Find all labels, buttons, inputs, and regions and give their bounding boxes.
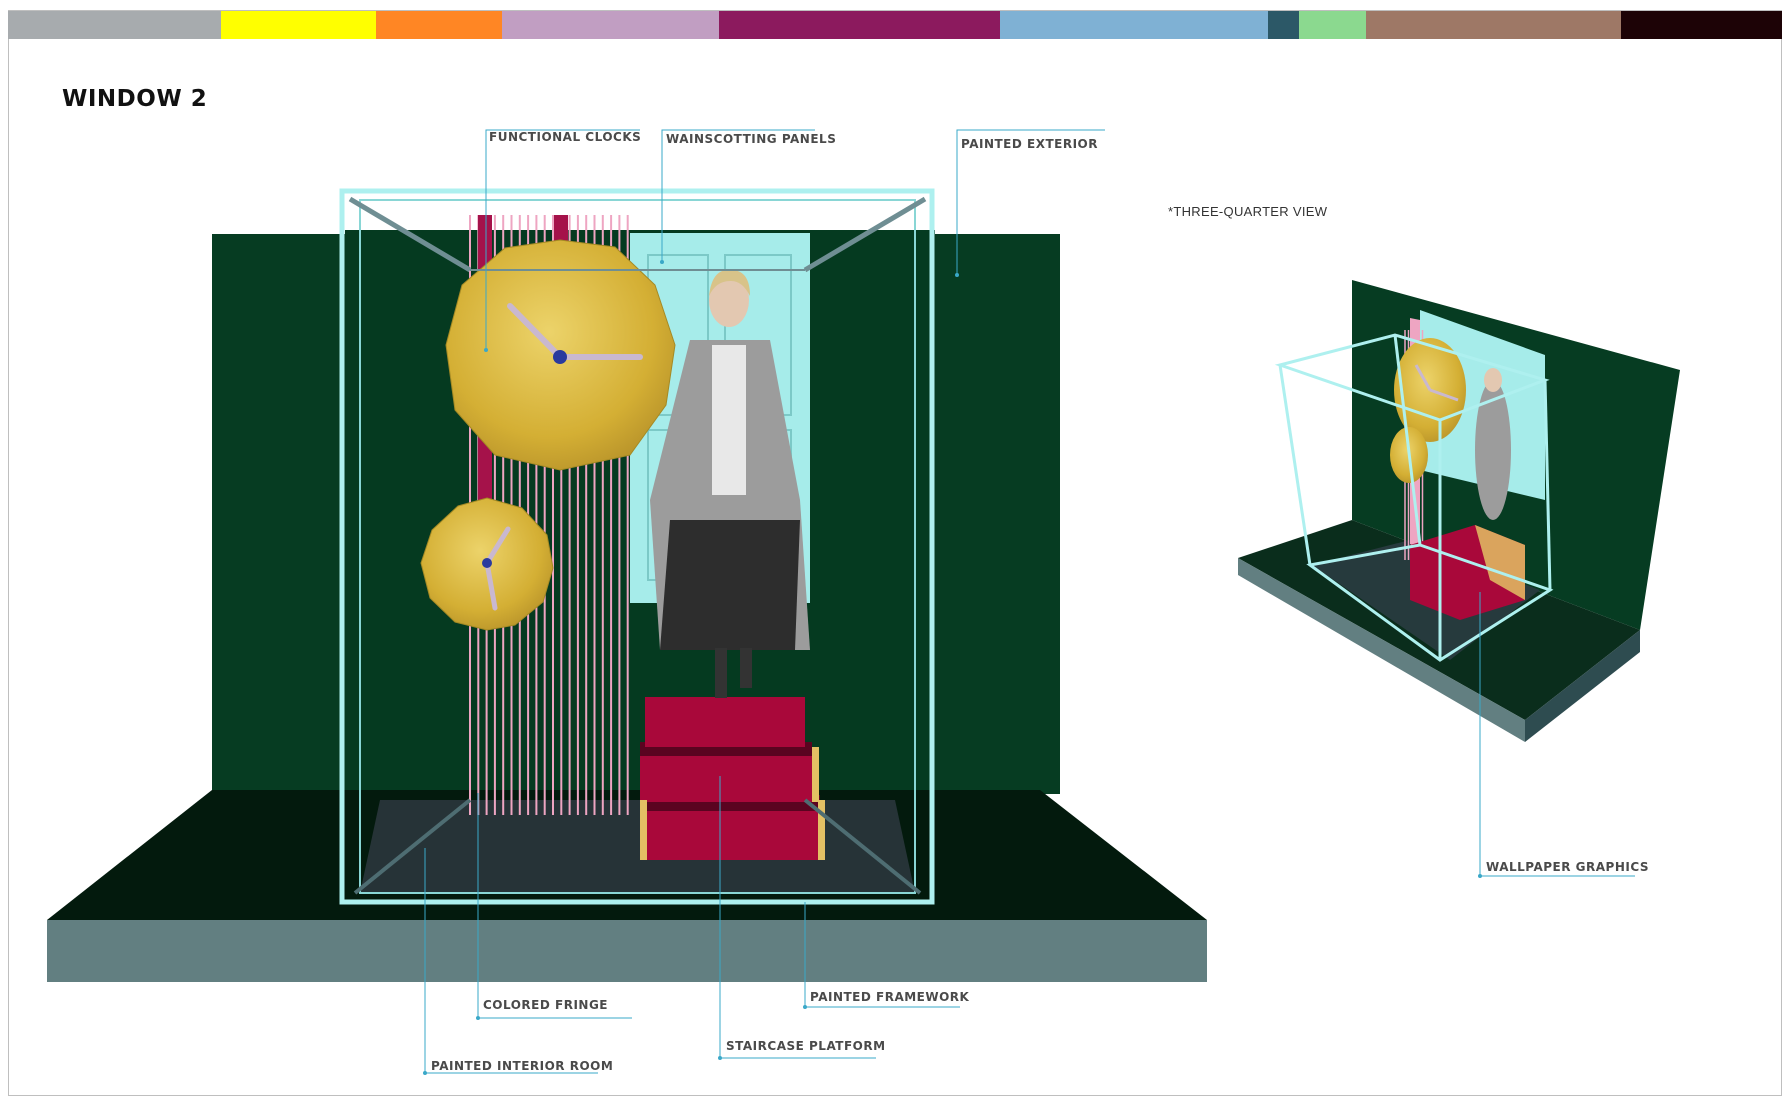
label-painted-exterior: PAINTED EXTERIOR (961, 137, 1098, 151)
shirt (712, 345, 746, 495)
leg-left (715, 648, 727, 698)
label-staircase-platform: STAIRCASE PLATFORM (726, 1039, 886, 1053)
tq-frame-post-1 (1278, 364, 1312, 566)
tq-model-head (1484, 368, 1502, 392)
presentation-board: WINDOW 2 *THREE-QUARTER VIEW FUNCTIONAL … (0, 0, 1790, 1108)
dot-wallpaper (1478, 874, 1482, 878)
label-painted-interior-room: PAINTED INTERIOR ROOM (431, 1059, 614, 1073)
label-wainscotting-panels: WAINSCOTTING PANELS (666, 132, 837, 146)
stage-front (47, 920, 1207, 982)
front-view (47, 188, 1207, 982)
functional-clock-large (445, 239, 676, 471)
label-functional-clocks: FUNCTIONAL CLOCKS (489, 130, 642, 144)
dot-staircase (718, 1056, 722, 1060)
dot-wainscot (660, 260, 664, 264)
label-colored-fringe: COLORED FRINGE (483, 998, 608, 1012)
dot-clocks (484, 348, 488, 352)
skirt (660, 520, 800, 650)
dot-exterior (955, 273, 959, 277)
stair-step-3 (645, 697, 805, 747)
label-wallpaper-graphics: WALLPAPER GRAPHICS (1486, 860, 1650, 874)
staircase-platform (640, 697, 825, 860)
clock-hub-small (482, 558, 492, 568)
interior-floor (360, 800, 915, 893)
dot-framework (803, 1005, 807, 1009)
stair-side-1 (640, 800, 647, 860)
stair-side-2 (812, 747, 819, 802)
dot-fringe (476, 1016, 480, 1020)
exterior-wall-right (925, 234, 1060, 794)
clock-hub (553, 350, 567, 364)
leg-right (740, 648, 752, 688)
dot-interior (423, 1071, 427, 1075)
label-painted-framework: PAINTED FRAMEWORK (810, 990, 970, 1004)
three-quarter-view (1238, 280, 1680, 742)
window-display-rendering (47, 129, 1680, 1075)
exterior-wall-left (212, 234, 352, 794)
